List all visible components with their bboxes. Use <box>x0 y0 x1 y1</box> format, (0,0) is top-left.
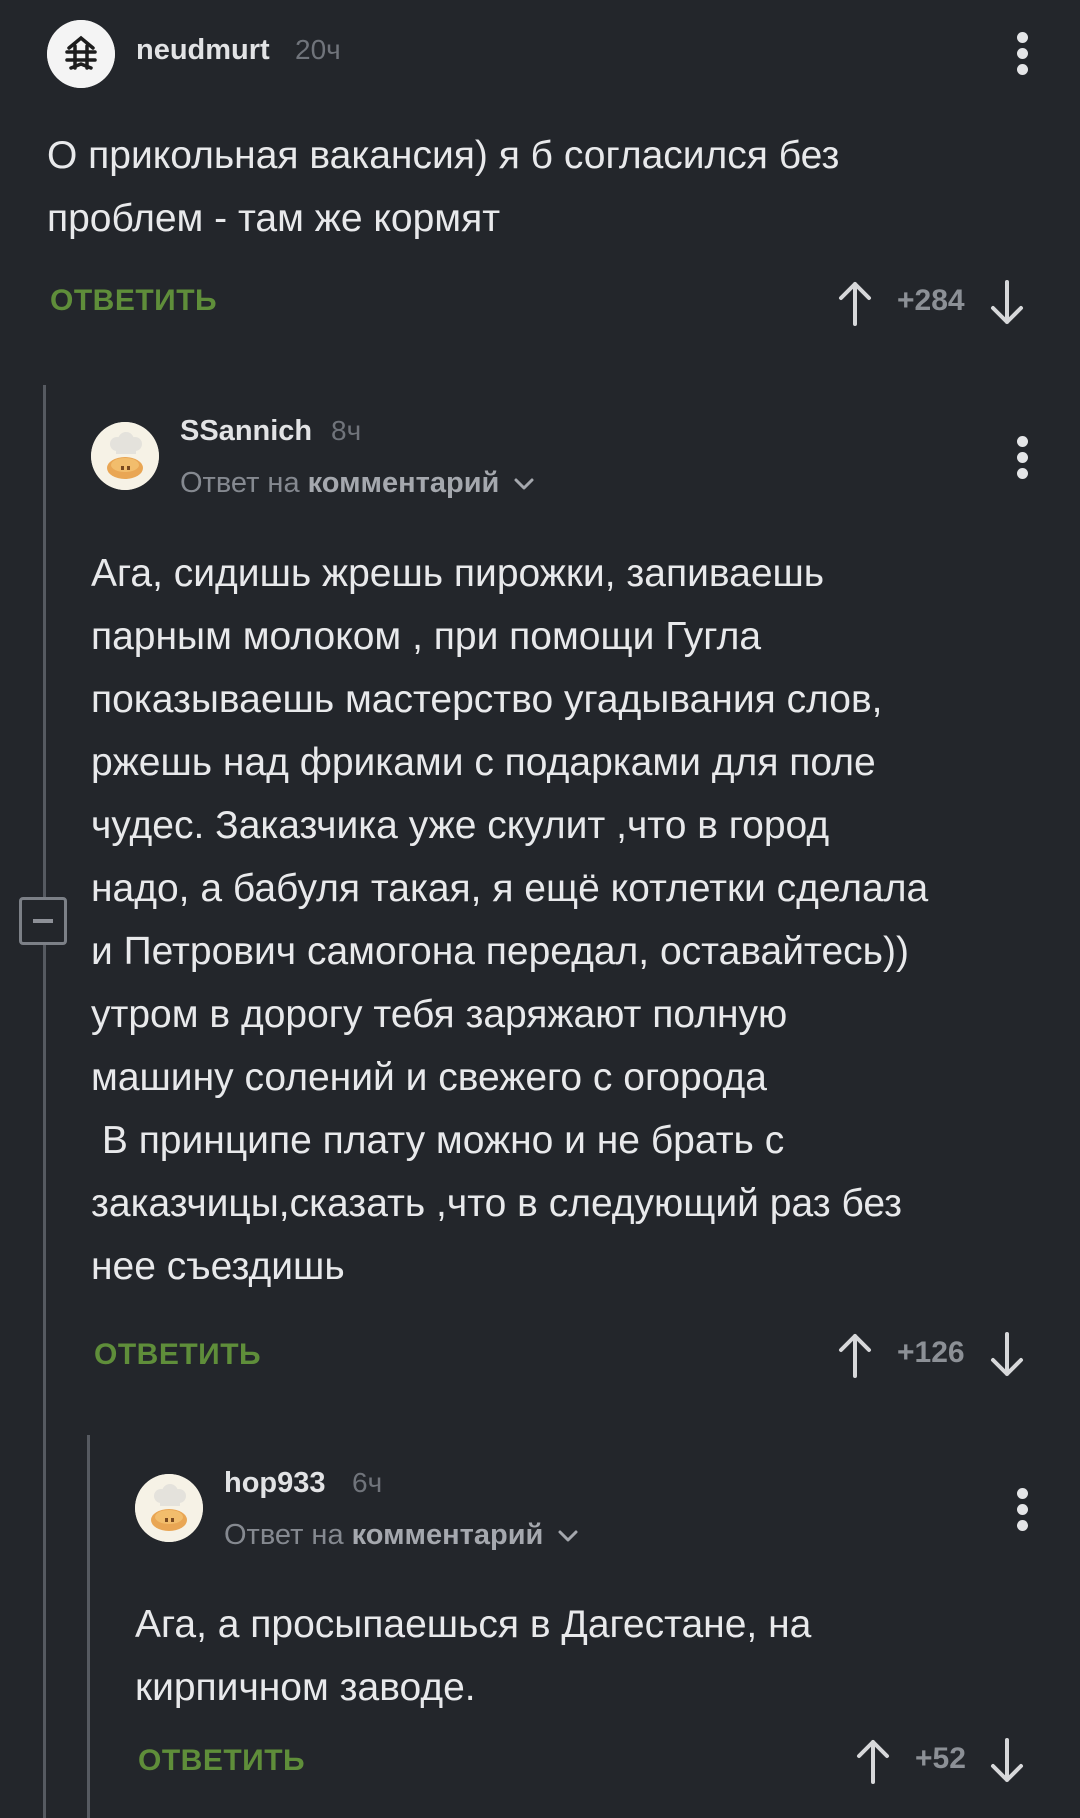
arrow-down-icon[interactable] <box>987 278 1027 328</box>
arrow-down-icon[interactable] <box>987 1330 1027 1380</box>
vote-controls: +52 <box>853 1736 1035 1786</box>
more-vertical-icon[interactable] <box>1017 436 1029 480</box>
chef-avatar-icon <box>91 422 159 490</box>
vote-score: +52 <box>915 1742 966 1775</box>
comment-neudmurt: neudmurt 20ч О прикольная вакансия) я б … <box>47 20 1047 326</box>
comment-header: neudmurt 20ч <box>47 20 1047 90</box>
arrow-up-icon[interactable] <box>835 278 875 328</box>
reply-to-prefix: Ответ на <box>180 467 300 499</box>
comment-text: Ага, а просыпаешься в Дагестане, на кирп… <box>135 1603 812 1709</box>
more-vertical-icon[interactable] <box>1017 32 1029 76</box>
comment-header: SSannich 8ч Ответ на комментарий <box>91 415 1051 499</box>
reply-button[interactable]: ОТВЕТИТЬ <box>50 284 217 318</box>
reply-to-prefix: Ответ на <box>224 1519 344 1551</box>
reply-to-target: комментарий <box>351 1519 544 1551</box>
comment-time: 20ч <box>295 34 341 65</box>
collapse-minus-icon[interactable] <box>19 897 67 945</box>
avatar[interactable] <box>47 20 115 88</box>
comment-text: Ага, сидишь жрешь пирожки, запиваешь пар… <box>91 552 929 1288</box>
thread-line-level-2[interactable] <box>87 1435 90 1818</box>
comment-time: 8ч <box>331 415 362 446</box>
reply-to-link[interactable]: Ответ на комментарий <box>224 1519 579 1552</box>
arrow-up-icon[interactable] <box>835 1330 875 1380</box>
comment-ssannich: SSannich 8ч Ответ на комментарий Ага, си… <box>91 415 1051 1378</box>
author-name[interactable]: neudmurt <box>136 34 270 67</box>
comment-thread: neudmurt 20ч О прикольная вакансия) я б … <box>0 0 1080 1818</box>
thread-line-level-1[interactable] <box>43 385 46 1818</box>
comment-text: О прикольная вакансия) я б согласился бе… <box>47 134 840 240</box>
reply-to-target: комментарий <box>307 467 500 499</box>
vote-controls: +126 <box>835 1330 1035 1380</box>
arrow-down-icon[interactable] <box>987 1736 1027 1786</box>
comment-time: 6ч <box>352 1467 383 1498</box>
avatar[interactable] <box>135 1474 203 1542</box>
reply-button[interactable]: ОТВЕТИТЬ <box>138 1744 305 1778</box>
author-name[interactable]: hop933 <box>224 1467 326 1500</box>
vote-controls: +284 <box>835 278 1035 328</box>
more-vertical-icon[interactable] <box>1017 1488 1029 1532</box>
reply-to-link[interactable]: Ответ на комментарий <box>180 467 535 500</box>
arrow-up-icon[interactable] <box>853 1736 893 1786</box>
reply-button[interactable]: ОТВЕТИТЬ <box>94 1338 261 1372</box>
chef-avatar-icon <box>135 1474 203 1542</box>
avatar[interactable] <box>91 422 159 490</box>
chevron-down-icon <box>558 1530 578 1542</box>
comment-hop933: hop933 6ч Ответ на комментарий Ага, а пр… <box>135 1467 1055 1784</box>
vote-score: +126 <box>897 1336 965 1369</box>
author-name[interactable]: SSannich <box>180 415 312 448</box>
chevron-down-icon <box>514 478 534 490</box>
logo-avatar-icon <box>47 20 115 88</box>
vote-score: +284 <box>897 284 965 317</box>
comment-header: hop933 6ч Ответ на комментарий <box>135 1467 1055 1551</box>
